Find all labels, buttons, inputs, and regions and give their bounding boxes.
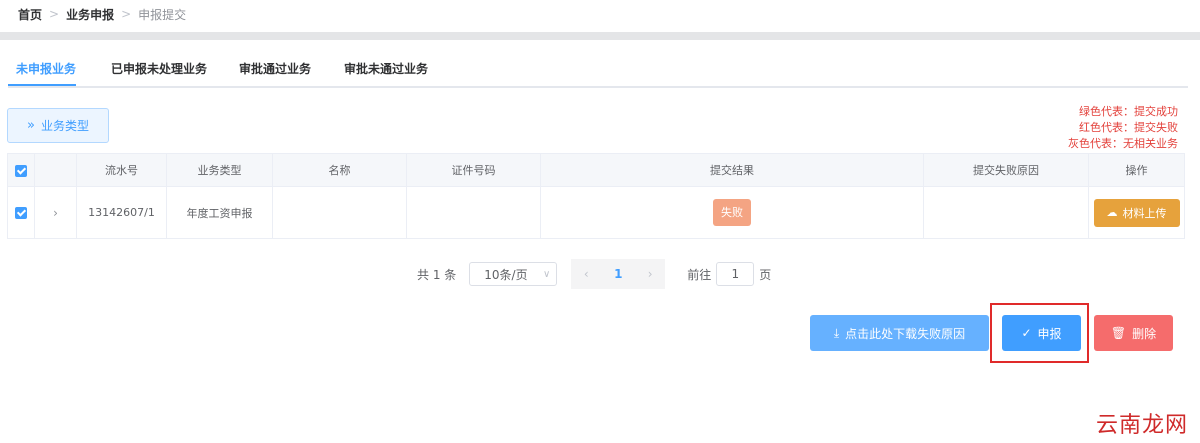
- business-type-button[interactable]: » 业务类型: [7, 108, 109, 143]
- business-table: 流水号 业务类型 名称 证件号码 提交结果 提交失败原因 操作 › 131426…: [7, 153, 1185, 239]
- status-legend: 绿色代表：提交成功 红色代表：提交失败 灰色代表：无相关业务: [1068, 104, 1178, 152]
- header-divider: [0, 32, 1200, 40]
- upload-material-button[interactable]: ☁ 材料上传: [1093, 198, 1180, 227]
- download-icon: ⤓: [833, 325, 840, 340]
- table-header-row: 流水号 业务类型 名称 证件号码 提交结果 提交失败原因 操作: [7, 153, 1185, 187]
- goto-label: 前往: [687, 267, 712, 282]
- row-checkbox[interactable]: [15, 207, 27, 219]
- breadcrumb-business-declare[interactable]: 业务申报: [66, 6, 114, 23]
- trash-icon: 🗑: [1110, 326, 1127, 340]
- page-size-select[interactable]: 10条/页 ∨: [469, 262, 558, 286]
- status-badge: 失败: [713, 199, 751, 226]
- pagination-total: 共 1 条: [417, 267, 457, 282]
- header-operation: 操作: [1088, 153, 1185, 187]
- pagination: 共 1 条 10条/页 ∨ ‹ 1 › 前往 1 页: [417, 259, 771, 289]
- legend-green: 绿色代表：提交成功: [1079, 105, 1178, 118]
- header-fail-reason: 提交失败原因: [923, 153, 1089, 187]
- breadcrumb-current: 申报提交: [138, 7, 187, 22]
- tab-undeclared[interactable]: 未申报业务: [16, 60, 76, 77]
- header-name: 名称: [272, 153, 407, 187]
- header-id-number: 证件号码: [406, 153, 541, 187]
- watermark: 云南龙网: [1095, 413, 1188, 438]
- header-serial: 流水号: [76, 153, 167, 187]
- upload-material-label: 材料上传: [1122, 206, 1167, 220]
- delete-button[interactable]: 🗑 删除: [1094, 315, 1173, 351]
- header-expand: [34, 153, 77, 187]
- prev-page-icon[interactable]: ‹: [584, 267, 589, 281]
- row-operation-cell: ☁ 材料上传: [1088, 186, 1185, 239]
- goto-page-input[interactable]: 1: [716, 262, 755, 286]
- breadcrumb-separator: >: [49, 7, 60, 21]
- row-id-number: [406, 186, 541, 239]
- double-chevron-right-icon: »: [27, 118, 35, 133]
- breadcrumb-separator: >: [121, 7, 132, 21]
- chevron-down-icon: ∨: [542, 268, 551, 280]
- row-fail-reason: [923, 186, 1089, 239]
- header-type: 业务类型: [166, 153, 273, 187]
- table-row: › 13142607/1 年度工资申报 失败 ☁ 材料上传: [7, 186, 1185, 239]
- tab-declared-pending[interactable]: 已申报未处理业务: [111, 60, 207, 77]
- active-tab-indicator: [8, 84, 76, 86]
- page-unit-label: 页: [759, 267, 772, 282]
- row-expand-cell[interactable]: ›: [34, 186, 77, 239]
- highlight-box: [990, 303, 1089, 363]
- download-label: 点击此处下载失败原因: [845, 326, 966, 341]
- download-fail-reason-button[interactable]: ⤓ 点击此处下载失败原因: [810, 315, 989, 351]
- cloud-upload-icon: ☁: [1106, 206, 1118, 219]
- row-select-cell[interactable]: [7, 186, 35, 239]
- legend-gray: 灰色代表：无相关业务: [1068, 137, 1178, 150]
- header-select-all[interactable]: [7, 153, 35, 187]
- legend-red: 红色代表：提交失败: [1079, 121, 1178, 134]
- chevron-right-icon[interactable]: ›: [53, 206, 58, 220]
- select-all-checkbox[interactable]: [15, 164, 27, 177]
- breadcrumb: 首页 > 业务申报 > 申报提交: [18, 6, 186, 22]
- row-name: [272, 186, 407, 239]
- tab-rejected[interactable]: 审批未通过业务: [344, 60, 428, 77]
- row-serial: 13142607/1: [76, 186, 167, 239]
- page-number-button[interactable]: 1: [614, 267, 622, 281]
- header-result: 提交结果: [540, 153, 924, 187]
- next-page-icon[interactable]: ›: [648, 267, 653, 281]
- page-size-value: 10条/页: [484, 267, 528, 282]
- page-navigator: ‹ 1 ›: [571, 259, 666, 289]
- delete-label: 删除: [1132, 326, 1157, 341]
- tab-approved[interactable]: 审批通过业务: [239, 60, 311, 77]
- row-result-cell: 失败: [540, 186, 924, 239]
- row-type: 年度工资申报: [166, 186, 273, 239]
- business-type-label: 业务类型: [40, 119, 89, 133]
- breadcrumb-home[interactable]: 首页: [18, 6, 42, 23]
- tab-bar: 未申报业务 已申报未处理业务 审批通过业务 审批未通过业务: [8, 52, 1188, 88]
